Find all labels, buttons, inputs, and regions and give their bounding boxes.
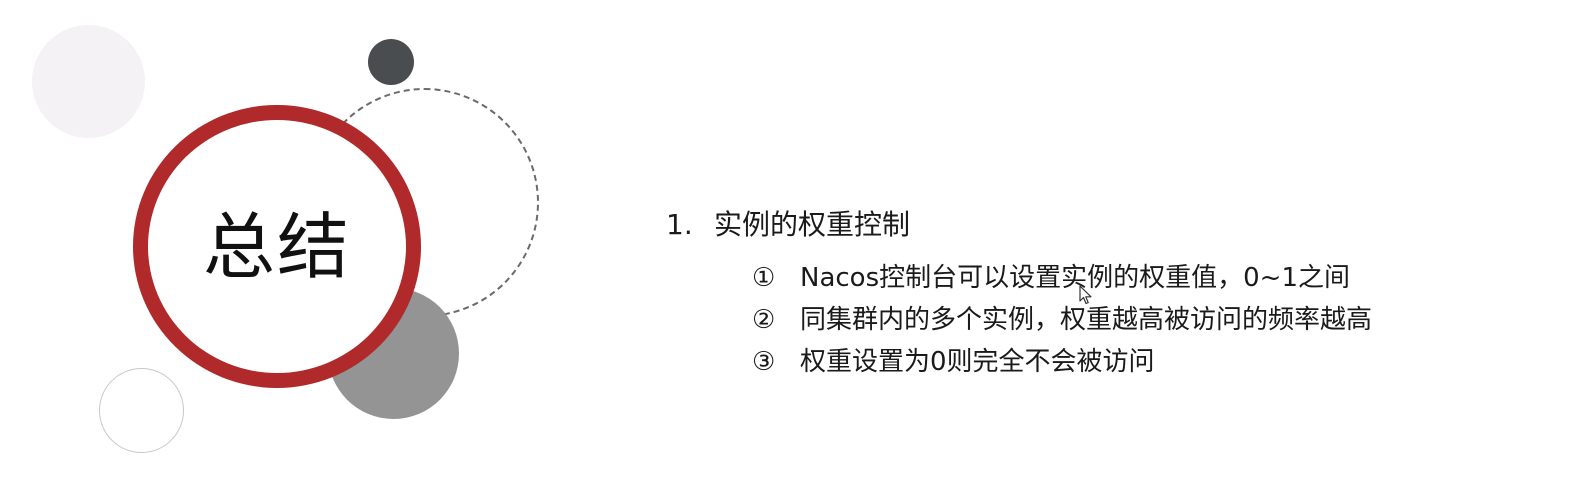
mouse-pointer-icon [1079,285,1092,305]
list-marker: ② [752,305,776,335]
section-heading: 1. 实例的权重控制 [666,205,1372,245]
list-item: ① Nacos控制台可以设置实例的权重值，0~1之间 [752,257,1372,299]
list-item-text: 同集群内的多个实例，权重越高被访问的频率越高 [800,305,1373,335]
decorative-outline-circle [99,368,184,453]
decorative-light-circle [32,25,145,138]
list-item-text: Nacos控制台可以设置实例的权重值，0~1之间 [800,263,1350,293]
list-item-text: 权重设置为0则完全不会被访问 [800,347,1155,377]
summary-content: 1. 实例的权重控制 ① Nacos控制台可以设置实例的权重值，0~1之间 ② 同… [666,205,1372,383]
slide-title: 总结 [202,204,351,289]
section-heading-text: 实例的权重控制 [714,208,911,241]
list-marker: ① [752,263,776,293]
list-marker: ③ [752,347,776,377]
section-number: 1. [666,208,693,241]
list-item: ② 同集群内的多个实例，权重越高被访问的频率越高 [752,299,1372,341]
decorative-dark-circle [368,39,414,85]
point-list: ① Nacos控制台可以设置实例的权重值，0~1之间 ② 同集群内的多个实例，权… [752,257,1372,383]
title-ring: 总结 [133,105,421,388]
list-item: ③ 权重设置为0则完全不会被访问 [752,341,1372,383]
